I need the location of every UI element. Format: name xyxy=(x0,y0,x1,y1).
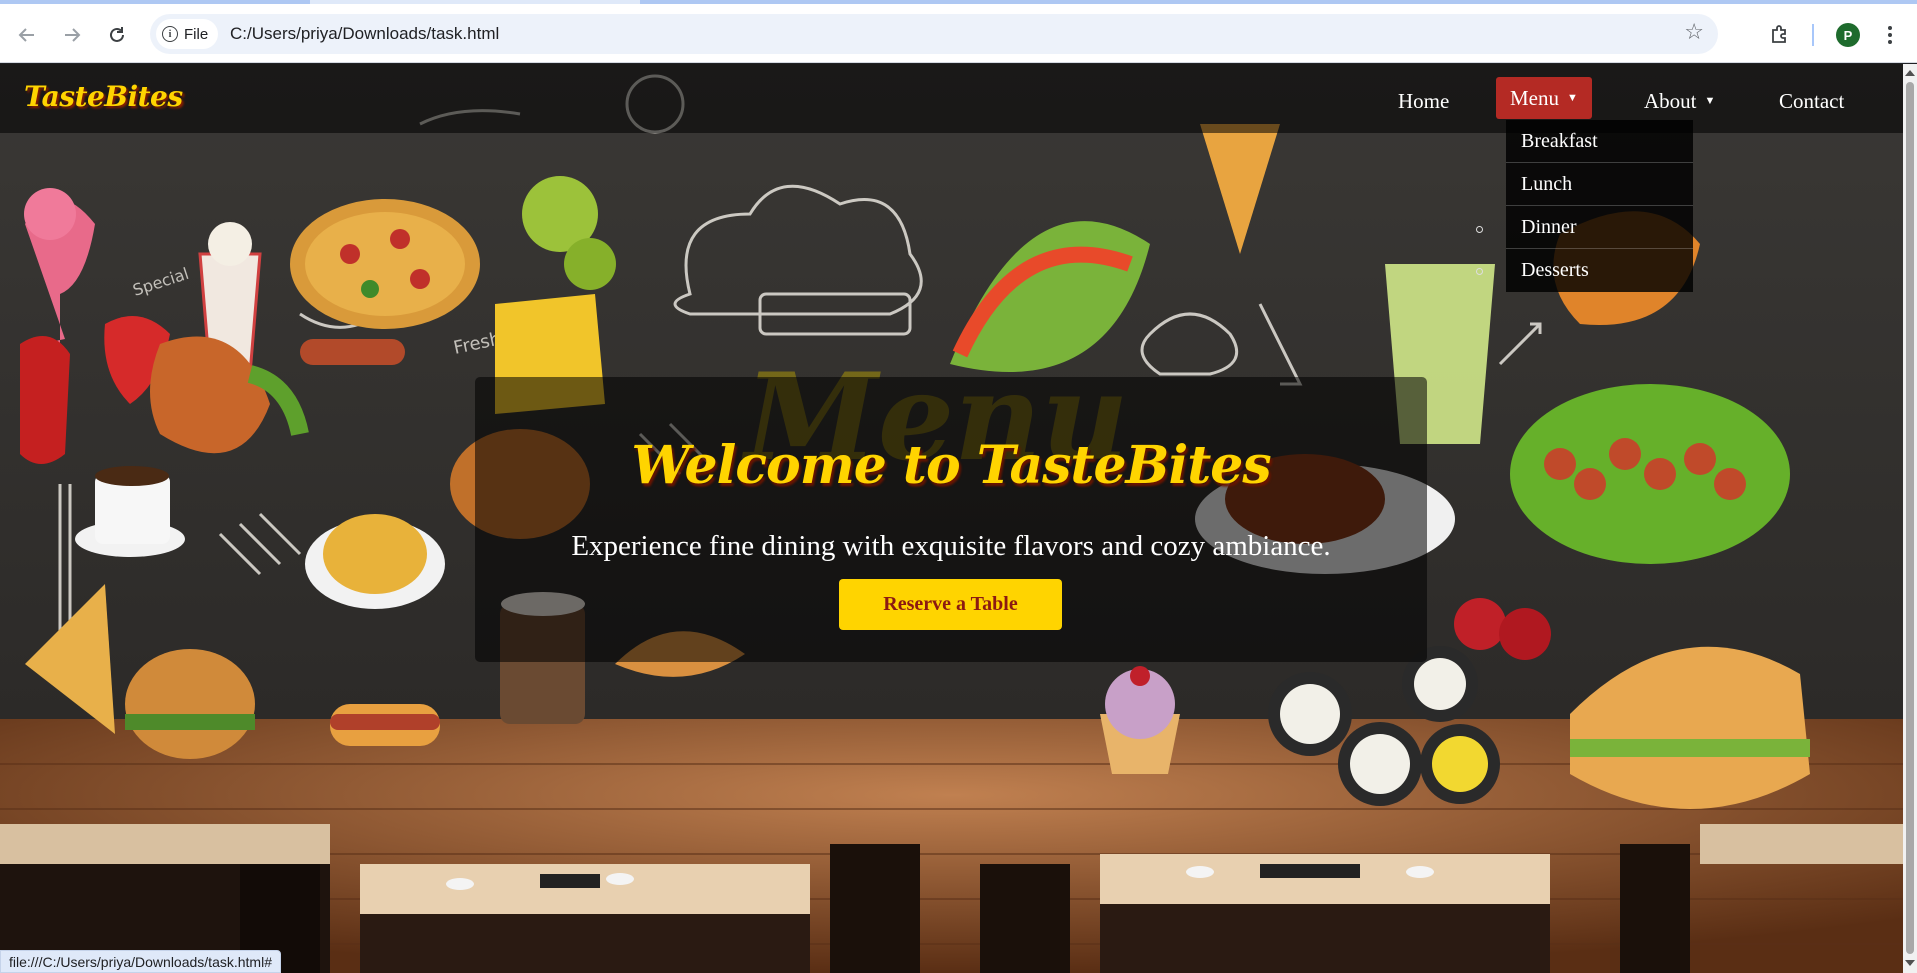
nav-home[interactable]: Home xyxy=(1384,80,1463,122)
hero-title: Welcome to TasteBites xyxy=(631,435,1271,496)
toolbar-divider xyxy=(1812,24,1814,46)
page-scrollbar[interactable] xyxy=(1903,64,1917,973)
submenu-bullet-icon xyxy=(1476,226,1483,233)
back-button[interactable] xyxy=(10,18,44,52)
address-bar[interactable]: i File C:/Users/priya/Downloads/task.htm… xyxy=(150,14,1718,54)
browser-chrome: i File C:/Users/priya/Downloads/task.htm… xyxy=(0,0,1917,63)
forward-button[interactable] xyxy=(55,18,89,52)
site-chip-label: File xyxy=(184,25,209,43)
caret-down-icon: ▼ xyxy=(1567,92,1578,104)
status-bar-url: file:///C:/Users/priya/Downloads/task.ht… xyxy=(0,950,281,973)
nav-about[interactable]: About ▼ xyxy=(1630,80,1729,122)
nav-home-label: Home xyxy=(1398,88,1450,113)
extensions-button[interactable] xyxy=(1766,20,1794,48)
reserve-table-button[interactable]: Reserve a Table xyxy=(839,579,1062,630)
site-logo[interactable]: TasteBites xyxy=(24,80,183,113)
hero-subtitle: Experience fine dining with exquisite fl… xyxy=(571,530,1331,562)
scrollbar-thumb[interactable] xyxy=(1906,82,1914,954)
dropdown-item-dinner[interactable]: Dinner xyxy=(1506,206,1693,249)
nav-contact[interactable]: Contact xyxy=(1765,80,1858,122)
page-viewport: Menu Fresh everyday Special xyxy=(0,64,1903,973)
scroll-down-icon[interactable] xyxy=(1905,960,1915,966)
browser-toolbar: i File C:/Users/priya/Downloads/task.htm… xyxy=(0,4,1917,63)
menu-dropdown: Breakfast Lunch Dinner Desserts xyxy=(1506,120,1693,292)
caret-down-icon: ▼ xyxy=(1704,95,1716,107)
submenu-bullet-icon xyxy=(1476,268,1483,275)
more-menu-icon[interactable] xyxy=(1880,22,1900,48)
dropdown-item-breakfast[interactable]: Breakfast xyxy=(1506,120,1693,163)
reload-button[interactable] xyxy=(100,18,134,52)
nav-menu-label: Menu xyxy=(1510,85,1559,110)
scroll-up-icon[interactable] xyxy=(1905,70,1915,76)
reload-icon xyxy=(110,27,124,42)
forward-arrow-icon xyxy=(65,28,81,42)
bookmark-star-icon[interactable]: ☆ xyxy=(1684,20,1704,45)
info-icon: i xyxy=(162,26,178,42)
puzzle-icon xyxy=(1772,25,1786,43)
nav-contact-label: Contact xyxy=(1779,88,1845,113)
nav-menu[interactable]: Menu ▼ xyxy=(1496,77,1592,119)
back-arrow-icon xyxy=(18,28,34,42)
hero-panel: Welcome to TasteBites Experience fine di… xyxy=(475,377,1427,662)
site-info-chip[interactable]: i File xyxy=(156,19,219,49)
dropdown-item-desserts[interactable]: Desserts xyxy=(1506,249,1693,292)
profile-avatar[interactable]: P xyxy=(1836,23,1860,47)
url-text[interactable]: C:/Users/priya/Downloads/task.html xyxy=(230,24,499,44)
nav-about-label: About xyxy=(1644,88,1697,113)
dropdown-item-lunch[interactable]: Lunch xyxy=(1506,163,1693,206)
